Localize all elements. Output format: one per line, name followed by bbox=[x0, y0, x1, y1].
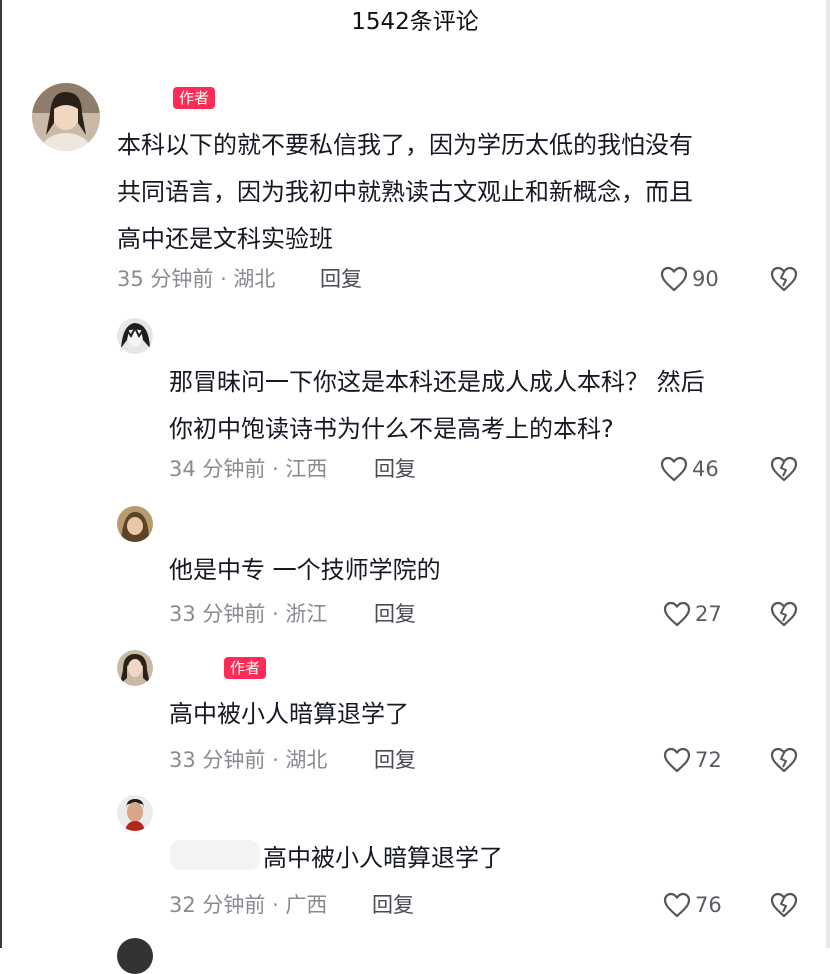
comment-meta: 33 分钟前 · 浙江 bbox=[169, 602, 328, 626]
broken-heart-icon bbox=[770, 601, 798, 627]
comment-line: 高中还是文科实验班 bbox=[117, 225, 333, 253]
comment-line: 那冒昧问一下你这是本科还是成人成人本科？ 然后 bbox=[169, 368, 705, 396]
left-border bbox=[0, 0, 2, 948]
heart-outline-icon bbox=[663, 747, 691, 773]
broken-heart-icon bbox=[770, 266, 798, 292]
comment-text: 他是中专 一个技师学院的 bbox=[169, 547, 441, 594]
heart-outline-icon bbox=[660, 266, 688, 292]
comment-text: 高中被小人暗算退学了 bbox=[263, 835, 503, 882]
comment-count-title: 1542条评论 bbox=[351, 9, 479, 35]
avatar[interactable] bbox=[117, 795, 153, 831]
reply-button[interactable]: 回复 bbox=[372, 891, 414, 919]
like-button[interactable]: 72 bbox=[663, 745, 722, 775]
like-count: 46 bbox=[692, 457, 719, 481]
reply-button[interactable]: 回复 bbox=[320, 265, 362, 293]
broken-heart-icon bbox=[770, 747, 798, 773]
avatar[interactable] bbox=[117, 650, 153, 686]
like-button[interactable]: 90 bbox=[660, 264, 719, 294]
like-button[interactable]: 46 bbox=[660, 454, 719, 484]
dislike-button[interactable] bbox=[770, 601, 798, 627]
broken-heart-icon bbox=[770, 456, 798, 482]
comment-meta: 33 分钟前 · 湖北 bbox=[169, 748, 328, 772]
comment-text: 高中被小人暗算退学了 bbox=[169, 691, 409, 738]
like-count: 90 bbox=[692, 267, 719, 291]
reply-button[interactable]: 回复 bbox=[374, 746, 416, 774]
comment-line: 本科以下的就不要私信我了，因为学历太低的我怕没有 bbox=[117, 131, 693, 159]
right-border bbox=[826, 0, 830, 948]
dislike-button[interactable] bbox=[770, 747, 798, 773]
dislike-button[interactable] bbox=[770, 892, 798, 918]
like-button[interactable]: 27 bbox=[663, 599, 722, 629]
comment-line: 高中被小人暗算退学了 bbox=[263, 844, 503, 872]
broken-heart-icon bbox=[770, 892, 798, 918]
avatar[interactable] bbox=[117, 506, 153, 542]
dislike-button[interactable] bbox=[770, 456, 798, 482]
like-count: 27 bbox=[695, 602, 722, 626]
heart-outline-icon bbox=[660, 456, 688, 482]
comment-text: 本科以下的就不要私信我了，因为学历太低的我怕没有 共同语言，因为我初中就熟读古文… bbox=[117, 122, 693, 263]
avatar[interactable] bbox=[32, 83, 100, 151]
avatar[interactable] bbox=[117, 938, 153, 974]
comment-text: 那冒昧问一下你这是本科还是成人成人本科？ 然后 你初中饱读诗书为什么不是高考上的… bbox=[169, 359, 705, 453]
comment-line: 他是中专 一个技师学院的 bbox=[169, 556, 441, 584]
avatar[interactable] bbox=[117, 318, 153, 354]
heart-outline-icon bbox=[663, 892, 691, 918]
reply-button[interactable]: 回复 bbox=[374, 600, 416, 628]
like-button[interactable]: 76 bbox=[663, 890, 722, 920]
comment-meta: 34 分钟前 · 江西 bbox=[169, 457, 328, 481]
comment-meta: 35 分钟前 · 湖北 bbox=[117, 267, 276, 291]
author-badge: 作者 bbox=[224, 657, 267, 679]
reply-button[interactable]: 回复 bbox=[374, 455, 416, 483]
like-count: 72 bbox=[695, 748, 722, 772]
like-count: 76 bbox=[695, 893, 722, 917]
comment-line: 高中被小人暗算退学了 bbox=[169, 700, 409, 728]
blurred-region bbox=[170, 840, 260, 870]
comment-meta: 32 分钟前 · 广西 bbox=[169, 893, 328, 917]
dislike-button[interactable] bbox=[770, 266, 798, 292]
comment-line: 共同语言，因为我初中就熟读古文观止和新概念，而且 bbox=[117, 178, 693, 206]
heart-outline-icon bbox=[663, 601, 691, 627]
comment-line: 你初中饱读诗书为什么不是高考上的本科? bbox=[169, 415, 614, 443]
author-badge: 作者 bbox=[173, 87, 216, 109]
